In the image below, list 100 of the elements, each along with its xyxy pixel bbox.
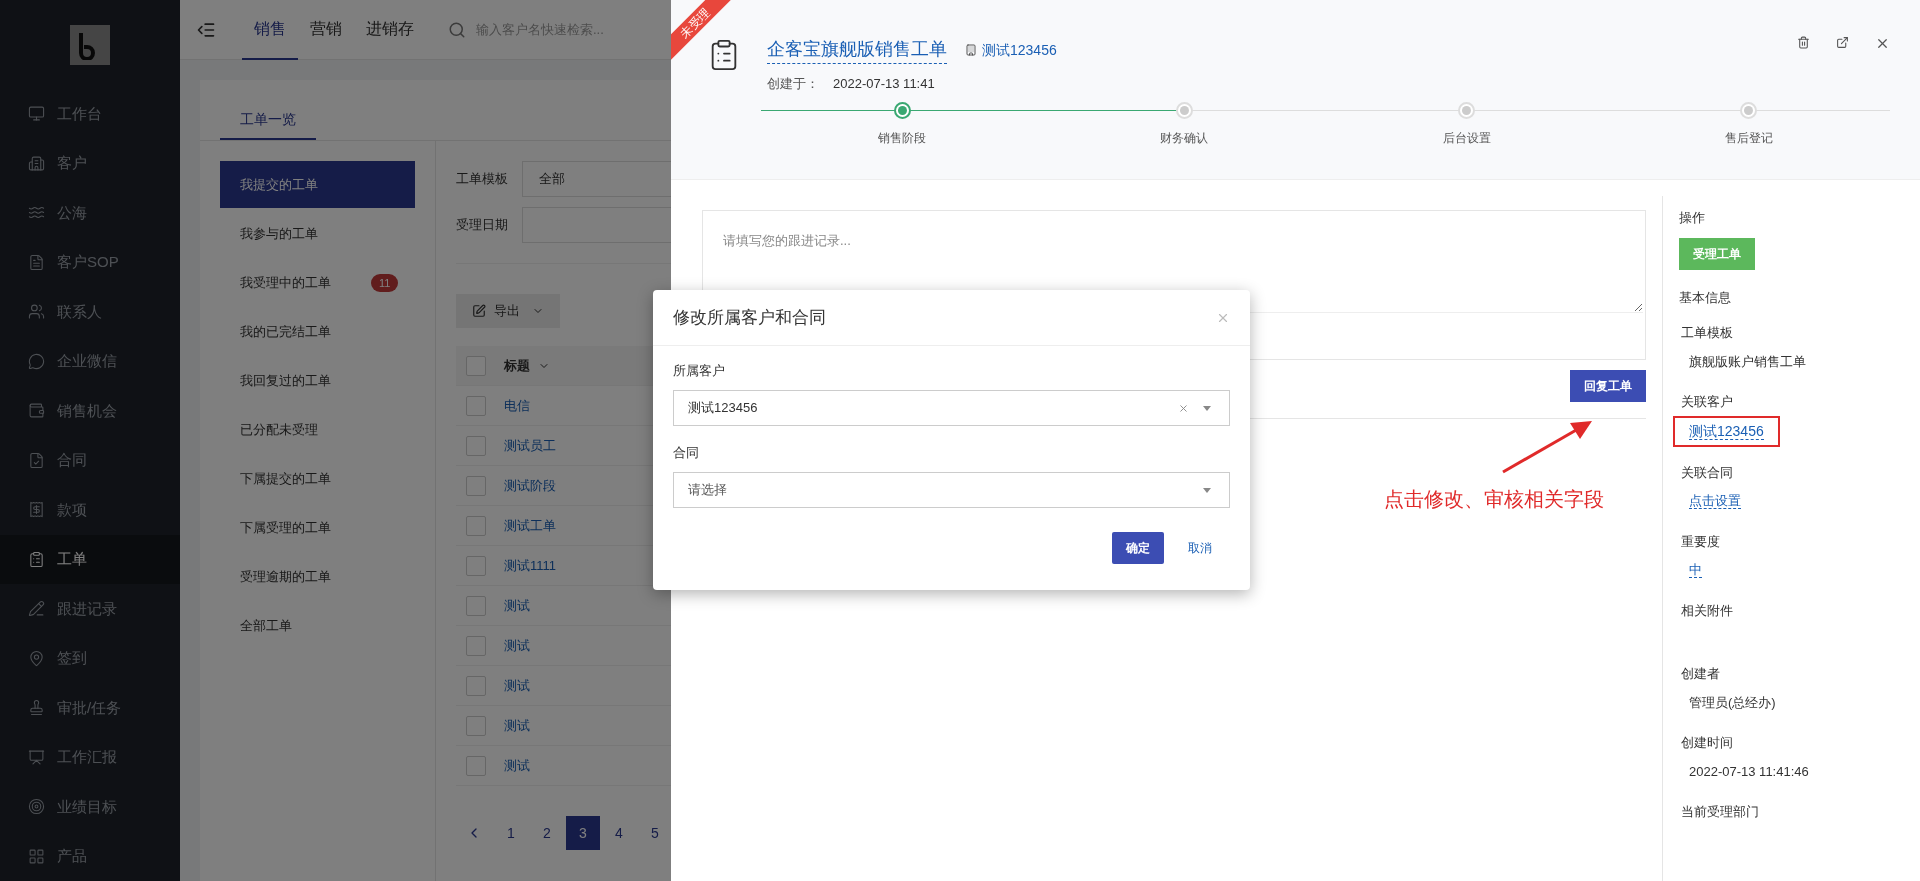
delete-icon[interactable] — [1797, 36, 1810, 49]
menu-icon — [28, 501, 45, 519]
sidebar-item[interactable]: 产品 — [0, 831, 180, 881]
sidebar-item[interactable]: 工作汇报 — [0, 732, 180, 782]
sidebar-item[interactable]: 客户 — [0, 138, 180, 188]
filter-menu-item[interactable]: 下属受理的工单 — [220, 504, 415, 551]
field-label: 关联客户 — [1680, 393, 1734, 411]
field-label: 重要度 — [1680, 532, 1721, 551]
edit-icon — [472, 304, 486, 318]
field-label: 所属客户 — [673, 363, 725, 378]
field-link[interactable]: 中 — [1673, 555, 1718, 585]
nav-tab[interactable]: 营销 — [298, 0, 354, 60]
title-link[interactable]: 测试 — [504, 595, 530, 616]
cancel-button[interactable]: 取消 — [1174, 532, 1226, 564]
title-link[interactable]: 测试 — [504, 635, 530, 656]
step-label: 后台设置 — [1442, 129, 1491, 147]
sidebar-item[interactable]: 联系人 — [0, 287, 180, 337]
menu-icon — [28, 352, 45, 370]
checkbox[interactable] — [466, 635, 486, 656]
sidebar-item[interactable]: 客户SOP — [0, 237, 180, 287]
filter-label: 受理日期 — [456, 216, 508, 235]
work-order-title[interactable]: 企客宝旗舰版销售工单 — [767, 36, 947, 64]
search-icon — [448, 20, 466, 39]
checkbox[interactable] — [466, 435, 486, 456]
checkbox[interactable] — [466, 355, 486, 376]
page-button[interactable]: 5 — [638, 816, 672, 850]
title-link[interactable]: 电信 — [504, 395, 530, 416]
checkbox[interactable] — [466, 755, 486, 776]
step-label: 财务确认 — [1160, 129, 1209, 147]
checkbox[interactable] — [466, 675, 486, 696]
page-button[interactable]: 4 — [602, 816, 636, 850]
filter-menu-item[interactable]: 我提交的工单 — [220, 161, 415, 208]
field-label: 工单模板 — [1680, 324, 1734, 342]
filter-menu-item[interactable]: 受理逾期的工单 — [220, 553, 415, 600]
sidebar-item[interactable]: 合同 — [0, 435, 180, 485]
page-button[interactable]: 2 — [530, 816, 564, 850]
field-label: 创建者 — [1680, 665, 1721, 683]
sidebar-item[interactable]: 工作台 — [0, 89, 180, 139]
filter-menu-item[interactable]: 全部工单 — [220, 602, 415, 649]
checkbox[interactable] — [466, 475, 486, 496]
filter-menu-item[interactable]: 我受理中的工单 11 — [220, 259, 415, 306]
nav-tab[interactable]: 进销存 — [354, 0, 426, 60]
filter-menu-item[interactable]: 我参与的工单 — [220, 210, 415, 257]
reply-button[interactable]: 回复工单 — [1570, 370, 1646, 402]
sidebar-item[interactable]: 业绩目标 — [0, 782, 180, 832]
confirm-button[interactable]: 确定 — [1112, 532, 1164, 564]
sidebar-item[interactable]: 工单 — [0, 534, 180, 584]
caret-icon — [1203, 405, 1211, 411]
checkbox[interactable] — [466, 595, 486, 616]
sidebar-item[interactable]: 跟进记录 — [0, 584, 180, 634]
page-tab[interactable]: 工单一览 — [220, 100, 316, 140]
menu-icon — [28, 402, 45, 420]
title-link[interactable]: 测试阶段 — [504, 475, 556, 496]
sidebar-item[interactable]: 款项 — [0, 485, 180, 535]
field-label: 相关附件 — [1680, 601, 1734, 620]
menu-icon — [28, 649, 45, 667]
sidebar-item[interactable]: 企业微信 — [0, 336, 180, 386]
filter-menu-item[interactable]: 已分配未受理 — [220, 406, 415, 453]
title-link[interactable]: 测试工单 — [504, 515, 556, 536]
column-header[interactable]: 标题 — [504, 355, 550, 376]
page-button[interactable]: 3 — [566, 816, 600, 850]
filter-menu-item[interactable]: 下属提交的工单 — [220, 455, 415, 502]
export-button[interactable]: 导出 — [456, 294, 560, 328]
nav-tab[interactable]: 销售 — [242, 0, 298, 60]
menu-icon — [28, 105, 45, 123]
sidebar-item[interactable]: 签到 — [0, 633, 180, 683]
page-button[interactable]: 1 — [494, 816, 528, 850]
title-link[interactable]: 测试 — [504, 675, 530, 696]
title-link[interactable]: 测试 — [504, 715, 530, 736]
select-field[interactable]: 请选择 — [673, 472, 1230, 508]
clear-icon[interactable] — [1178, 402, 1189, 414]
count-badge: 11 — [371, 273, 399, 292]
sidebar-item[interactable]: 审批/任务 — [0, 683, 180, 733]
title-link[interactable]: 测试 — [504, 755, 530, 776]
menu-icon — [28, 600, 45, 618]
field-link[interactable]: 点击设置 — [1673, 486, 1757, 516]
customer-link[interactable]: 测试123456 — [965, 39, 1057, 61]
filter-menu-item[interactable]: 我的已完结工单 — [220, 308, 415, 355]
sidebar-item[interactable]: 公海 — [0, 188, 180, 238]
accept-button[interactable]: 受理工单 — [1679, 237, 1755, 270]
checkbox[interactable] — [466, 395, 486, 416]
title-link[interactable]: 测试1111 — [504, 555, 557, 576]
menu-icon — [28, 550, 45, 568]
checkbox[interactable] — [466, 715, 486, 736]
open-external-icon[interactable] — [1836, 36, 1849, 49]
filter-menu-item[interactable]: 我回复过的工单 — [220, 357, 415, 404]
step-label: 销售阶段 — [878, 129, 927, 147]
building-icon — [965, 44, 977, 56]
step-label: 售后登记 — [1724, 129, 1773, 147]
menu-icon — [28, 154, 45, 172]
checkbox[interactable] — [466, 515, 486, 536]
field-link[interactable]: 测试123456 — [1673, 415, 1780, 447]
title-link[interactable]: 测试员工 — [504, 435, 556, 456]
sidebar-item[interactable]: 销售机会 — [0, 386, 180, 436]
created-time: 2022-07-13 11:41 — [833, 75, 935, 93]
close-icon[interactable] — [1875, 36, 1890, 51]
menu-icon — [28, 699, 45, 717]
select-field[interactable]: 测试123456 — [673, 390, 1230, 426]
section-heading: 操作 — [1679, 209, 1706, 227]
checkbox[interactable] — [466, 555, 486, 576]
